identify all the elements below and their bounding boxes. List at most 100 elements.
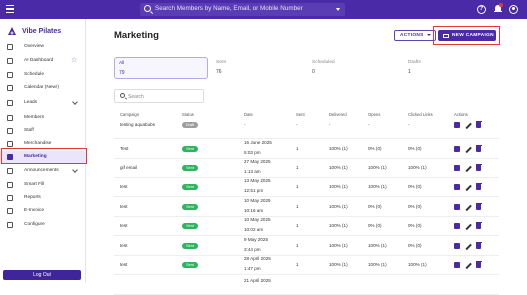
sidebar-item-announcements[interactable]: Announcements: [0, 165, 86, 177]
opens-rate: 100% (1): [368, 184, 387, 189]
chevron-down-icon[interactable]: [336, 8, 340, 11]
actions-button[interactable]: ACTIONS: [394, 30, 436, 41]
sidebar-item-reports[interactable]: Reports: [0, 192, 86, 204]
stat-label: All: [119, 61, 125, 66]
sidebar-item-label: Overview: [24, 44, 44, 49]
global-search-placeholder: Search Members by Name, Email, or Mobile…: [155, 5, 303, 12]
table-row[interactable]: test Sent 13 May 2025 12:51 pm 1 100% (1) 100%…: [114, 177, 499, 197]
edit-icon[interactable]: [465, 146, 472, 153]
sidebar-item-overview[interactable]: Overview: [0, 41, 86, 53]
sidebar-item-label: E-Invoice: [24, 208, 44, 213]
opens-rate: 0% (0): [368, 204, 382, 209]
campaign-time: 1:47 pm: [244, 266, 261, 271]
table-row[interactable]: test Sent 10 May 2025 10:02 am 1 100% (1) 0% (…: [114, 216, 499, 236]
sidebar-item-e-invoice[interactable]: E-Invoice: [0, 205, 86, 217]
notification-dot: [499, 3, 503, 7]
view-icon[interactable]: [454, 165, 460, 171]
table-row[interactable]: Test Sent 16 June 2025 5:03 pm 1 100% (1) 0% (…: [114, 139, 499, 159]
sidebar-item-schedule[interactable]: Schedule: [0, 69, 86, 81]
edit-icon[interactable]: [465, 122, 472, 129]
trash-icon[interactable]: [475, 182, 482, 190]
sent-count: 1: [296, 223, 299, 228]
view-icon[interactable]: [454, 243, 460, 249]
sidebar-item-configure[interactable]: Configure: [0, 219, 86, 231]
sent-count: 1: [296, 165, 299, 170]
logout-button[interactable]: Log Out: [3, 270, 81, 280]
stat-drafts[interactable]: Drafts 1: [404, 57, 498, 79]
view-icon[interactable]: [454, 184, 460, 190]
view-icon[interactable]: [454, 146, 460, 152]
star-icon[interactable]: ☆: [71, 56, 77, 64]
trash-icon[interactable]: [475, 260, 482, 268]
actions-label: ACTIONS: [400, 33, 424, 38]
campaign-date: 10 May 2025: [244, 198, 271, 203]
staff-icon: [7, 128, 13, 134]
trash-icon[interactable]: [475, 241, 482, 249]
opens-rate: -: [368, 122, 370, 127]
chevron-down-icon[interactable]: [72, 99, 78, 105]
menu-icon[interactable]: [6, 5, 14, 14]
edit-icon[interactable]: [465, 262, 472, 269]
status-badge: Sent: [182, 262, 198, 268]
stat-sent[interactable]: Sent 76: [212, 57, 306, 79]
col-header-campaign: Campaign: [120, 112, 140, 117]
clicks-rate: 0% (0): [408, 184, 422, 189]
edit-icon[interactable]: [465, 243, 472, 250]
stat-value: 79: [119, 70, 125, 76]
trash-icon[interactable]: [475, 163, 482, 171]
marketing-highlight-box: [1, 148, 87, 164]
campaign-name: test: [120, 223, 128, 228]
col-header-actions: Actions: [454, 112, 468, 117]
account-icon[interactable]: [509, 5, 518, 14]
sent-count: -: [296, 122, 298, 127]
stat-all[interactable]: All 79: [114, 57, 208, 79]
campaign-name: Test: [120, 146, 129, 151]
delivered-rate: 100% (1): [329, 184, 348, 189]
trash-icon[interactable]: [475, 202, 482, 210]
table-row[interactable]: 21 April 2025: [114, 275, 499, 295]
sidebar-item-calendar-new[interactable]: Calendar (New!): [0, 82, 86, 94]
campaign-time: 10:16 am: [244, 208, 264, 213]
campaign-date: 28 April 2025: [244, 256, 271, 261]
table-row[interactable]: test Sent 10 May 2025 10:16 am 1 100% (1) 0% (…: [114, 197, 499, 217]
view-icon[interactable]: [454, 223, 460, 229]
edit-icon[interactable]: [465, 204, 472, 211]
stat-label: Drafts: [408, 60, 421, 65]
stat-scheduled[interactable]: Scheduled 0: [308, 57, 402, 79]
table-row[interactable]: testing aquabubs Draft - - - - -: [114, 119, 499, 139]
notification-bell-icon[interactable]: [494, 3, 503, 13]
trash-icon[interactable]: [475, 221, 482, 229]
col-header-status: Status: [182, 112, 194, 117]
sidebar-item-smart-fill[interactable]: Smart Fill: [0, 179, 86, 191]
sidebar-item-leads[interactable]: Leads: [0, 97, 86, 109]
col-header-date: Date: [244, 112, 253, 117]
view-icon[interactable]: [454, 122, 460, 128]
sidebar-item-members[interactable]: Members: [0, 112, 86, 124]
trash-icon[interactable]: [475, 120, 482, 128]
chevron-down-icon[interactable]: [72, 167, 78, 173]
view-icon[interactable]: [454, 262, 460, 268]
sidebar-item-ai-dashboard[interactable]: AI Dashboard ☆: [0, 55, 86, 67]
delivered-rate: -: [329, 122, 331, 127]
sidebar-item-staff[interactable]: Staff: [0, 125, 86, 137]
global-search-input[interactable]: Search Members by Name, Email, or Mobile…: [140, 3, 345, 16]
view-icon[interactable]: [454, 204, 460, 210]
edit-icon[interactable]: [465, 184, 472, 191]
campaign-search-input[interactable]: Search: [114, 89, 204, 103]
status-badge: Sent: [182, 184, 198, 190]
table-row[interactable]: test Sent 28 April 2025 1:47 pm 1 100% (1) 100…: [114, 255, 499, 275]
campaign-time: 10:02 am: [244, 227, 264, 232]
trash-icon[interactable]: [475, 144, 482, 152]
edit-icon[interactable]: [465, 223, 472, 230]
help-icon[interactable]: [477, 5, 486, 14]
sidebar-item-label: Announcements: [24, 168, 59, 173]
delivered-rate: 100% (1): [329, 204, 348, 209]
edit-icon[interactable]: [465, 165, 472, 172]
row-actions: [454, 241, 490, 250]
row-actions: [454, 120, 490, 129]
stat-value: 76: [216, 69, 222, 75]
logo-icon: [8, 27, 16, 35]
table-row[interactable]: gif email Sent 27 May 2025 1:13 am 1 100% (1)…: [114, 158, 499, 178]
clicks-rate: 100% (1): [408, 262, 427, 267]
table-row[interactable]: test Sent 9 May 2025 3:44 pm 1 100% (1) 100% (…: [114, 236, 499, 256]
